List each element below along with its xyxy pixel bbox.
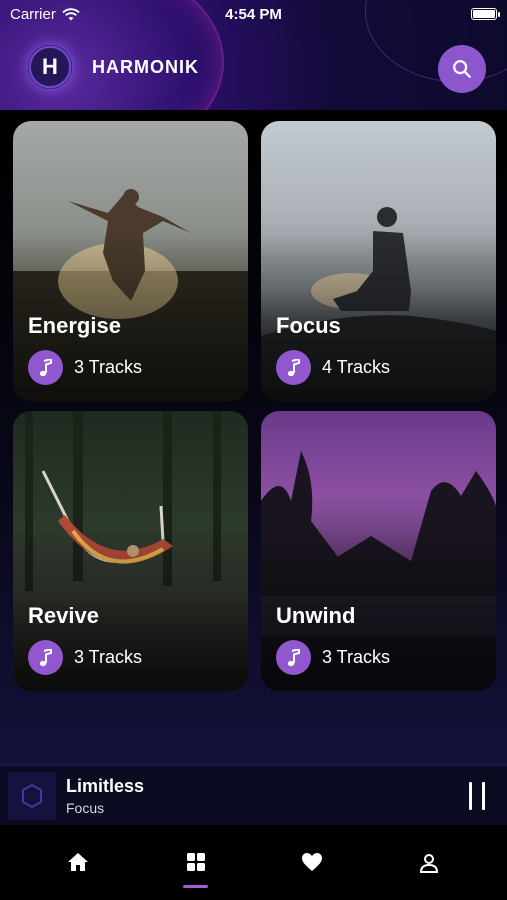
playlist-card-revive[interactable]: Revive 3 Tracks — [13, 411, 248, 691]
tab-bar — [0, 825, 507, 900]
playlist-title: Revive — [28, 603, 99, 628]
wifi-icon — [62, 7, 80, 20]
music-note-icon — [276, 640, 311, 675]
music-note-icon — [276, 350, 311, 385]
playlist-card-unwind[interactable]: Unwind 3 Tracks — [261, 411, 496, 691]
music-note-icon — [28, 640, 63, 675]
track-count: 3 Tracks — [74, 647, 143, 667]
tab-playlists[interactable] — [166, 825, 226, 900]
track-count: 3 Tracks — [322, 647, 391, 667]
playlist-title: Unwind — [276, 603, 356, 628]
user-icon — [419, 854, 439, 873]
now-playing-playlist: Focus — [66, 800, 105, 816]
playlist-title: Focus — [276, 313, 341, 338]
home-icon — [68, 853, 88, 871]
playlist-meta: 4 Tracks — [276, 350, 390, 385]
music-note-icon — [28, 350, 63, 385]
track-count: 4 Tracks — [322, 357, 391, 377]
playlist-title: Energise — [28, 313, 121, 338]
playlist-meta: 3 Tracks — [276, 640, 390, 675]
tab-home[interactable] — [48, 825, 108, 900]
pause-button[interactable] — [464, 782, 490, 810]
app-title: HARMONIK — [92, 57, 199, 77]
playlist-meta: 3 Tracks — [28, 350, 142, 385]
playlist-card-energise[interactable]: Energise 3 Tracks — [13, 121, 248, 401]
app-logo: H — [28, 45, 72, 89]
logo-letter: H — [42, 54, 58, 79]
tab-favorites[interactable] — [282, 825, 342, 900]
playlist-card-focus[interactable]: Focus 4 Tracks — [261, 121, 496, 401]
grid-icon — [187, 853, 205, 871]
playlist-meta: 3 Tracks — [28, 640, 142, 675]
album-art — [8, 772, 56, 820]
pause-icon — [469, 782, 472, 810]
track-count: 3 Tracks — [74, 357, 143, 377]
search-button[interactable] — [438, 45, 486, 93]
carrier-label: Carrier — [10, 5, 56, 23]
active-tab-indicator — [183, 885, 208, 888]
now-playing-title: Limitless — [66, 776, 145, 796]
heart-icon — [302, 853, 322, 871]
status-bar: Carrier 4:54 PM — [0, 0, 507, 28]
battery-icon — [471, 8, 500, 20]
mini-player[interactable]: Limitless Focus — [0, 765, 507, 825]
tab-profile[interactable] — [399, 825, 459, 900]
search-icon — [453, 60, 471, 78]
